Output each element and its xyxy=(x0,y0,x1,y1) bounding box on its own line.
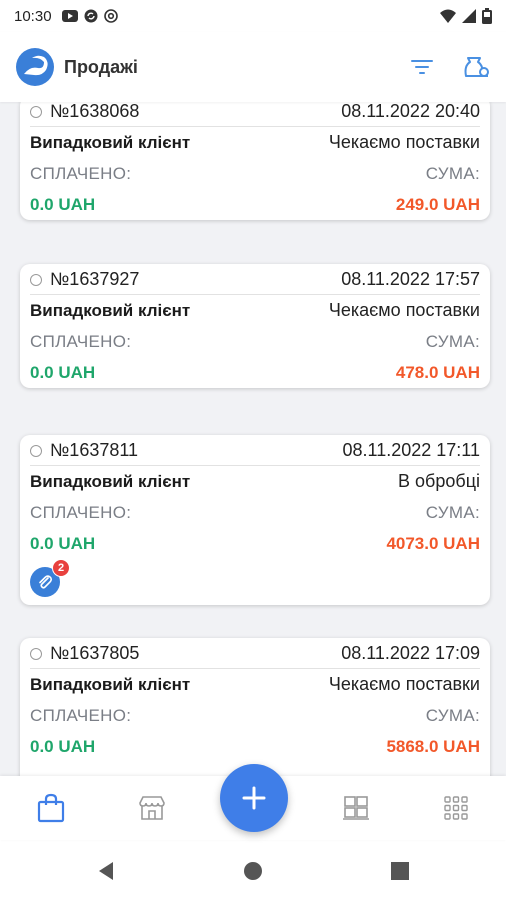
order-status: Чекаємо поставки xyxy=(328,132,480,152)
order-card[interactable]: №1637927 08.11.2022 17:57 Випадковий клі… xyxy=(20,264,490,388)
sum-label: СУМА: xyxy=(425,163,480,183)
paid-amount: 0.0 UAH xyxy=(30,194,96,214)
order-number: №1637805 xyxy=(50,642,140,663)
client-name: Випадковий клієнт xyxy=(30,300,191,320)
sum-amount: 4073.0 UAH xyxy=(386,533,480,553)
warehouse-boxes-icon xyxy=(343,796,369,820)
sum-label: СУМА: xyxy=(425,331,480,351)
shopping-bag-icon xyxy=(37,793,65,823)
order-status: Чекаємо поставки xyxy=(328,300,480,320)
paid-amount: 0.0 UAH xyxy=(30,736,96,756)
order-datetime: 08.11.2022 17:11 xyxy=(342,439,480,460)
order-number: №1637927 xyxy=(50,268,140,289)
order-card[interactable]: №1637811 08.11.2022 17:11 Випадковий клі… xyxy=(20,435,490,605)
status-time: 10:30 xyxy=(14,7,52,25)
select-radio[interactable] xyxy=(30,648,42,661)
order-number: №1638068 xyxy=(50,102,140,121)
nav-store[interactable] xyxy=(136,792,168,824)
battery-icon xyxy=(482,8,492,24)
home-icon[interactable] xyxy=(242,860,264,882)
orders-list[interactable]: №1638068 08.11.2022 20:40 Випадковий клі… xyxy=(0,102,506,776)
wifi-icon xyxy=(440,9,456,23)
order-datetime: 08.11.2022 17:09 xyxy=(341,642,480,663)
attachments-count-badge: 2 xyxy=(52,559,70,577)
system-navigation-bar xyxy=(0,840,506,900)
select-radio[interactable] xyxy=(30,106,42,119)
sync-icon xyxy=(84,9,98,23)
order-datetime: 08.11.2022 17:57 xyxy=(341,268,480,289)
signal-icon xyxy=(462,9,476,23)
paid-label: СПЛАЧЕНО: xyxy=(30,502,132,522)
order-card[interactable]: №1638068 08.11.2022 20:40 Випадковий клі… xyxy=(20,102,490,220)
plus-icon xyxy=(242,786,266,810)
cash-register-icon[interactable] xyxy=(460,52,490,82)
client-name: Випадковий клієнт xyxy=(30,132,191,152)
paperclip-icon xyxy=(39,575,53,589)
back-icon[interactable] xyxy=(95,860,117,882)
client-name: Випадковий клієнт xyxy=(30,674,191,694)
nav-sales[interactable] xyxy=(35,792,67,824)
select-radio[interactable] xyxy=(30,274,42,287)
paid-label: СПЛАЧЕНО: xyxy=(30,705,132,725)
bottom-navigation xyxy=(0,764,506,840)
app-bar: Продажі xyxy=(0,32,506,102)
app-logo xyxy=(16,48,54,86)
add-order-button[interactable] xyxy=(220,764,288,832)
client-name: Випадковий клієнт xyxy=(30,471,191,491)
sum-amount: 5868.0 UAH xyxy=(386,736,480,756)
status-bar: 10:30 xyxy=(0,0,506,32)
select-radio[interactable] xyxy=(30,445,42,458)
nav-menu[interactable] xyxy=(440,792,472,824)
order-card[interactable]: №1637805 08.11.2022 17:09 Випадковий клі… xyxy=(20,638,490,776)
filter-icon[interactable] xyxy=(410,58,434,76)
order-status: Чекаємо поставки xyxy=(328,674,480,694)
sum-amount: 249.0 UAH xyxy=(395,194,480,214)
nav-warehouse[interactable] xyxy=(340,792,372,824)
paid-label: СПЛАЧЕНО: xyxy=(30,163,132,183)
order-status: В обробці xyxy=(398,471,480,491)
notification-icons xyxy=(61,9,118,23)
paid-amount: 0.0 UAH xyxy=(30,362,96,382)
sum-amount: 478.0 UAH xyxy=(395,362,480,382)
apps-grid-icon xyxy=(444,796,468,820)
store-icon xyxy=(139,796,165,820)
sum-label: СУМА: xyxy=(425,502,480,522)
at-icon xyxy=(103,9,118,23)
paid-label: СПЛАЧЕНО: xyxy=(30,331,132,351)
youtube-icon xyxy=(61,10,78,22)
sum-label: СУМА: xyxy=(425,705,480,725)
paid-amount: 0.0 UAH xyxy=(30,533,96,553)
order-number: №1637811 xyxy=(50,439,139,460)
page-title: Продажі xyxy=(64,56,138,77)
order-datetime: 08.11.2022 20:40 xyxy=(341,102,480,121)
recents-icon[interactable] xyxy=(389,860,411,882)
